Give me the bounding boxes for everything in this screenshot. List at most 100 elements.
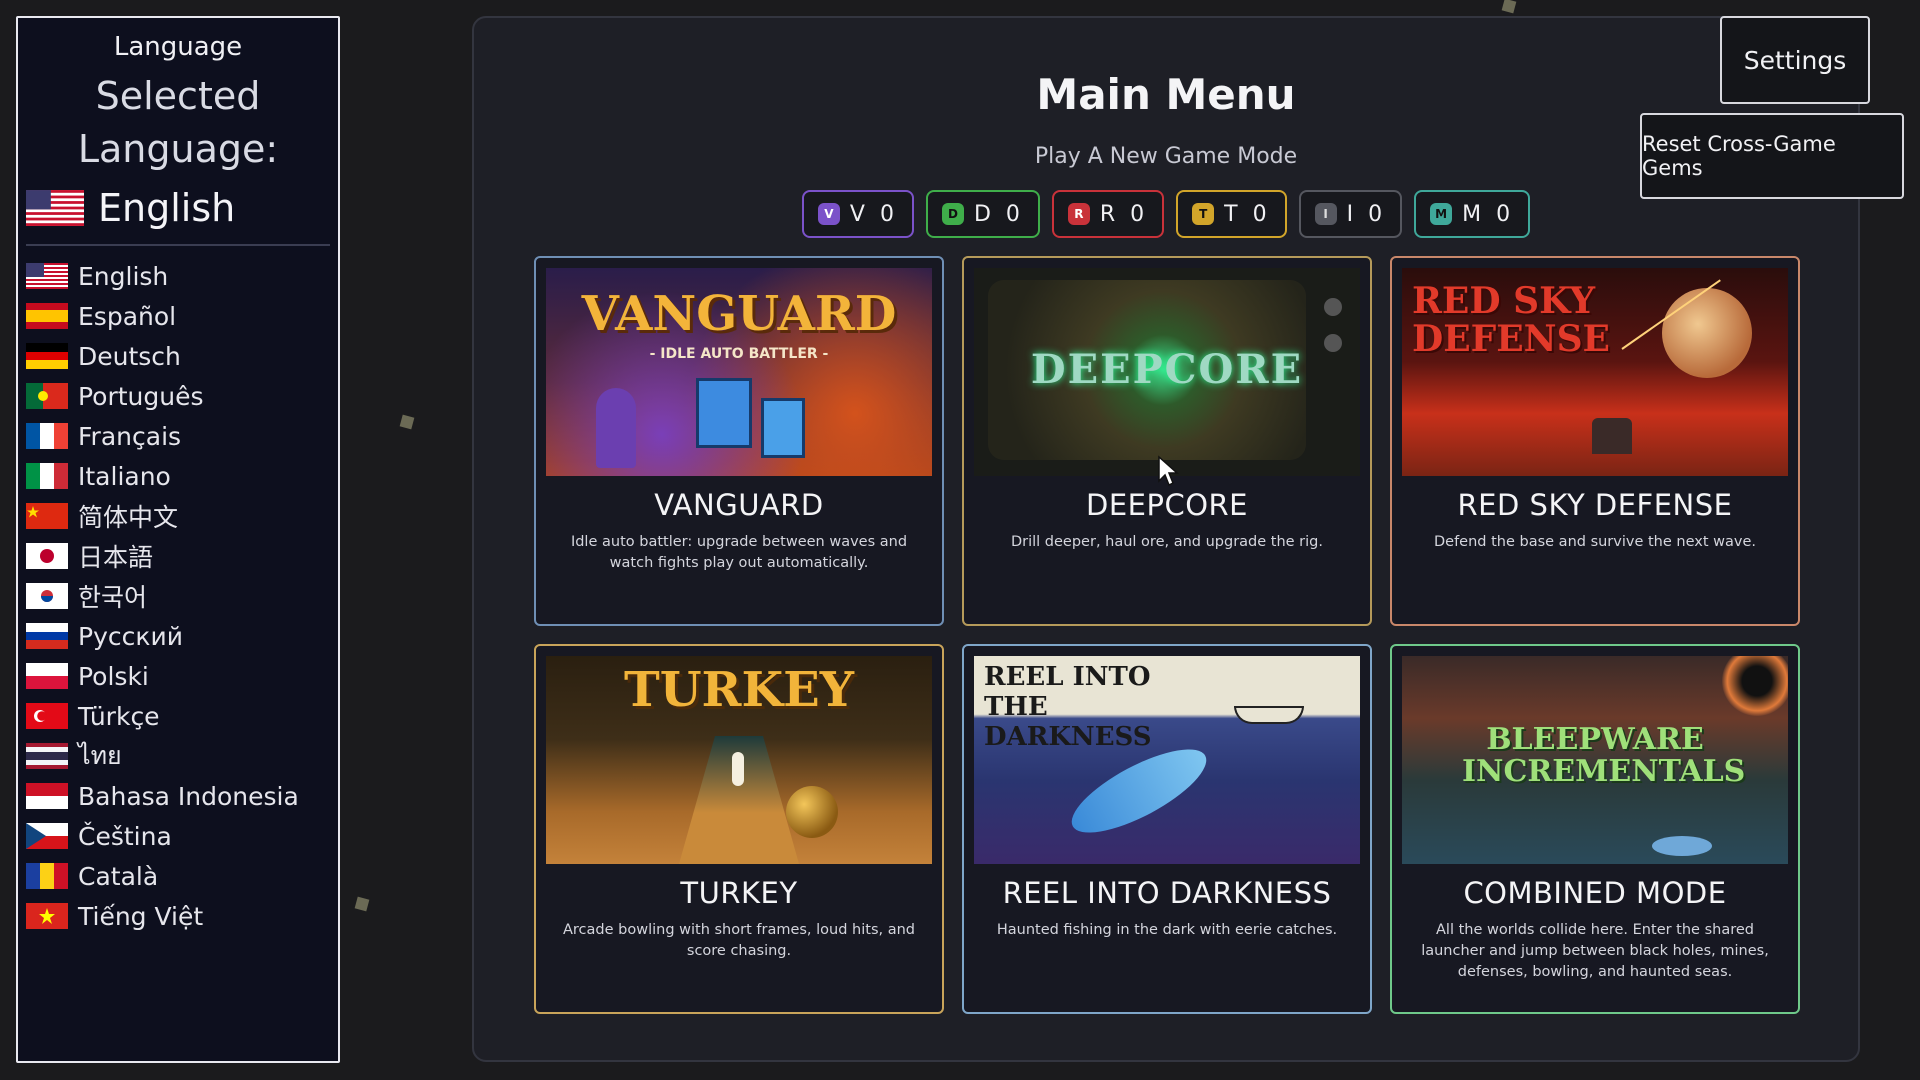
vanguard-logo-subtitle: - IDLE AUTO BATTLER -	[649, 346, 829, 362]
language-item-chinese[interactable]: 简体中文	[26, 496, 338, 536]
gem-counter-d: D D 0	[925, 190, 1040, 238]
game-card-vanguard[interactable]: VANGUARD - IDLE AUTO BATTLER - VANGUARD …	[534, 256, 944, 626]
vanguard-logo: VANGUARD	[581, 286, 897, 342]
es-flag-icon	[26, 303, 68, 329]
combined-mode-cover-art: BLEEPWARE INCREMENTALS	[1402, 656, 1788, 864]
turkey-logo: TURKEY	[623, 662, 855, 718]
black-hole	[1722, 656, 1788, 716]
gem-count: I 0	[1346, 201, 1387, 227]
gem-count: D 0	[973, 201, 1024, 227]
vanguard-wizard-figure	[596, 388, 636, 468]
game-card-turkey[interactable]: TURKEY TURKEY Arcade bowling with short …	[534, 644, 944, 1014]
gem-icon: D	[941, 203, 964, 225]
language-label: English	[78, 261, 169, 291]
de-flag-icon	[26, 343, 68, 369]
gem-icon: I	[1314, 203, 1337, 225]
turkey-cover-art: TURKEY	[546, 656, 932, 864]
deepcore-knob	[1324, 334, 1342, 352]
language-label: 日本語	[78, 543, 154, 572]
deepcore-cover-art: DEEPCORE	[974, 268, 1360, 476]
combined-mode-fish	[1652, 836, 1712, 856]
language-panel: Language Selected Language: English Engl…	[16, 16, 340, 1063]
language-item-vietnamese[interactable]: Tiếng Việt	[26, 896, 338, 936]
red-sky-defense-cover-art: RED SKY DEFENSE	[1402, 268, 1788, 476]
game-card-reel-into-darkness[interactable]: REEL INTO THE DARKNESS REEL INTO DARKNES…	[962, 644, 1372, 1014]
selected-language-label: Selected Language:	[77, 74, 279, 171]
game-card-description: All the worlds collide here. Enter the s…	[1421, 922, 1769, 980]
deepcore-logo: DEEPCORE	[1030, 346, 1304, 393]
fr-flag-icon	[26, 423, 68, 449]
gem-counter-i: I I 0	[1298, 190, 1403, 238]
gem-counter-r: R R 0	[1051, 190, 1165, 238]
game-card-description: Idle auto battler: upgrade between waves…	[570, 534, 908, 571]
pl-flag-icon	[26, 663, 68, 689]
current-language: English	[26, 182, 338, 234]
divider	[26, 244, 330, 246]
language-item-turkish[interactable]: Türkçe	[26, 696, 338, 736]
language-item-catalan[interactable]: Català	[26, 856, 338, 896]
game-card-deepcore[interactable]: DEEPCORE DEEPCORE Drill deeper, haul ore…	[962, 256, 1372, 626]
language-item-russian[interactable]: Русский	[26, 616, 338, 656]
language-label: Português	[78, 381, 204, 411]
game-card-red-sky-defense[interactable]: RED SKY DEFENSE RED SKY DEFENSE Defend t…	[1390, 256, 1800, 626]
cn-flag-icon	[26, 503, 68, 529]
language-item-japanese[interactable]: 日本語	[26, 536, 338, 576]
language-label: Español	[78, 301, 177, 331]
bowling-ball	[786, 786, 838, 838]
language-item-indonesian[interactable]: Bahasa Indonesia	[26, 776, 338, 816]
settings-button[interactable]: Settings	[1720, 16, 1870, 104]
language-item-french[interactable]: Français	[26, 416, 338, 456]
language-item-polish[interactable]: Polski	[26, 656, 338, 696]
gem-counter-t: T T 0	[1176, 190, 1287, 238]
tr-flag-icon	[26, 703, 68, 729]
game-card-title: RED SKY DEFENSE	[1457, 488, 1733, 522]
language-list: English Español Deutsch Português França…	[18, 256, 338, 936]
language-label: Català	[78, 861, 159, 891]
language-label: ไทย	[78, 741, 122, 770]
gem-icon: V	[817, 203, 840, 225]
mouse-cursor-icon	[1158, 455, 1179, 487]
us-flag-icon	[26, 190, 84, 226]
language-label: Русский	[78, 621, 183, 651]
reel-into-darkness-logo: REEL INTO THE DARKNESS	[984, 662, 1152, 752]
decorative-spark	[1501, 0, 1517, 14]
game-card-combined-mode[interactable]: BLEEPWARE INCREMENTALS COMBINED MODE All…	[1390, 644, 1800, 1014]
gem-icon: T	[1192, 203, 1215, 225]
reel-into-darkness-cover-art: REEL INTO THE DARKNESS	[974, 656, 1360, 864]
language-item-portuguese[interactable]: Português	[26, 376, 338, 416]
pt-flag-icon	[26, 383, 68, 409]
game-card-description: Drill deeper, haul ore, and upgrade the …	[1010, 534, 1323, 550]
page-title: Main Menu	[1036, 70, 1296, 119]
language-item-czech[interactable]: Čeština	[26, 816, 338, 856]
language-item-thai[interactable]: ไทย	[26, 736, 338, 776]
game-card-title: DEEPCORE	[1085, 488, 1248, 522]
language-item-german[interactable]: Deutsch	[26, 336, 338, 376]
vanguard-cover-art: VANGUARD - IDLE AUTO BATTLER -	[546, 268, 932, 476]
gem-count: T 0	[1224, 201, 1271, 227]
gem-counter-m: M M 0	[1414, 190, 1531, 238]
jp-flag-icon	[26, 543, 68, 569]
game-card-description: Haunted fishing in the dark with eerie c…	[996, 922, 1338, 938]
language-item-korean[interactable]: 한국어	[26, 576, 338, 616]
red-sky-defense-logo: RED SKY DEFENSE	[1412, 280, 1610, 360]
vanguard-hero-figure	[696, 378, 752, 448]
game-card-title: VANGUARD	[654, 488, 824, 522]
language-item-spanish[interactable]: Español	[26, 296, 338, 336]
th-flag-icon	[26, 743, 68, 769]
gem-count: M 0	[1462, 201, 1515, 227]
language-label: Polski	[78, 661, 149, 691]
language-label: Bahasa Indonesia	[78, 781, 299, 811]
language-label: Français	[78, 421, 182, 451]
current-language-label: English	[98, 186, 236, 230]
game-card-title: REEL INTO DARKNESS	[1002, 876, 1332, 910]
language-panel-title: Language	[113, 32, 243, 62]
gem-icon: M	[1430, 203, 1453, 225]
reset-cross-game-gems-button[interactable]: Reset Cross-Game Gems	[1640, 113, 1904, 199]
language-item-english[interactable]: English	[26, 256, 338, 296]
language-item-italian[interactable]: Italiano	[26, 456, 338, 496]
language-label: 한국어	[78, 583, 148, 612]
it-flag-icon	[26, 463, 68, 489]
ca-flag-icon	[26, 863, 68, 889]
gem-count: R 0	[1099, 201, 1149, 227]
fishing-boat	[1234, 706, 1304, 724]
